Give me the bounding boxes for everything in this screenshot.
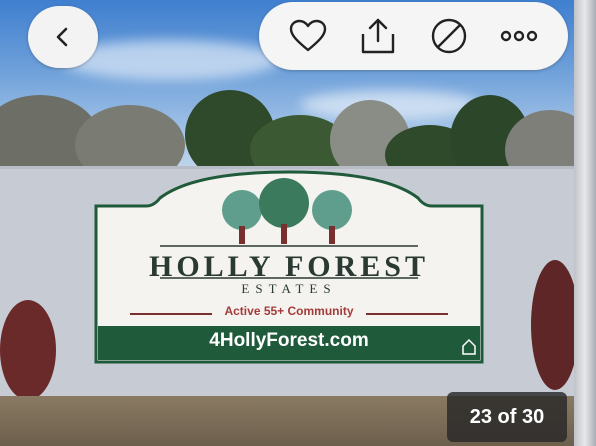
- chevron-left-icon: [56, 27, 68, 47]
- block-icon: [431, 18, 467, 54]
- save-favorite-button[interactable]: [278, 2, 338, 70]
- more-icon: [500, 30, 538, 42]
- shrub-right: [531, 260, 579, 390]
- shrub-left: [0, 300, 56, 400]
- photo-action-bar: [259, 2, 568, 70]
- back-button[interactable]: [28, 6, 98, 68]
- heart-icon: [289, 19, 327, 52]
- photo-counter: 23 of 30: [447, 392, 567, 442]
- share-icon: [361, 18, 395, 54]
- more-options-button[interactable]: [489, 2, 549, 70]
- pole: [574, 0, 596, 446]
- share-button[interactable]: [348, 2, 408, 70]
- hide-listing-button[interactable]: [419, 2, 479, 70]
- community-sign: [94, 170, 484, 364]
